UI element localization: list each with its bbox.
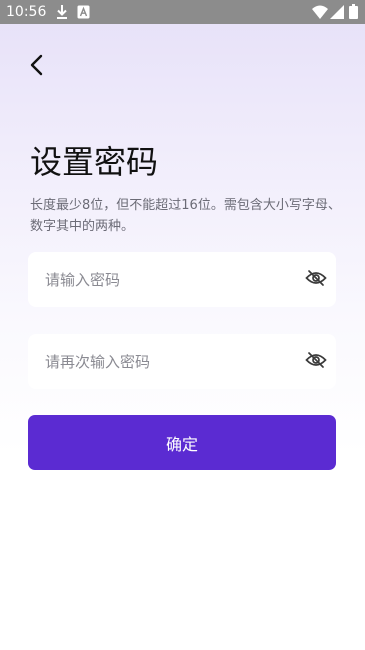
wifi-icon	[312, 4, 328, 23]
status-bar: 10:56	[0, 0, 365, 24]
confirm-password-visibility-toggle[interactable]	[304, 350, 328, 374]
password-requirements-hint: 长度最少8位，但不能超过16位。需包含大小写字母、数字其中的两种。	[30, 198, 341, 234]
battery-icon	[349, 4, 358, 23]
confirm-password-field-container	[28, 334, 336, 389]
confirm-password-input[interactable]	[45, 334, 295, 389]
eye-hidden-icon	[305, 269, 327, 291]
download-icon	[55, 4, 69, 24]
status-time: 10:56	[6, 4, 47, 20]
confirm-button[interactable]: 确定	[28, 415, 336, 470]
eye-hidden-icon	[305, 351, 327, 373]
page-title: 设置密码	[30, 143, 159, 181]
signal-icon	[330, 4, 344, 23]
password-field-container	[28, 252, 336, 307]
notification-a-icon	[77, 4, 90, 23]
password-visibility-toggle[interactable]	[304, 268, 328, 292]
back-button[interactable]	[24, 54, 50, 80]
chevron-left-icon	[29, 54, 45, 80]
password-input[interactable]	[45, 252, 295, 307]
